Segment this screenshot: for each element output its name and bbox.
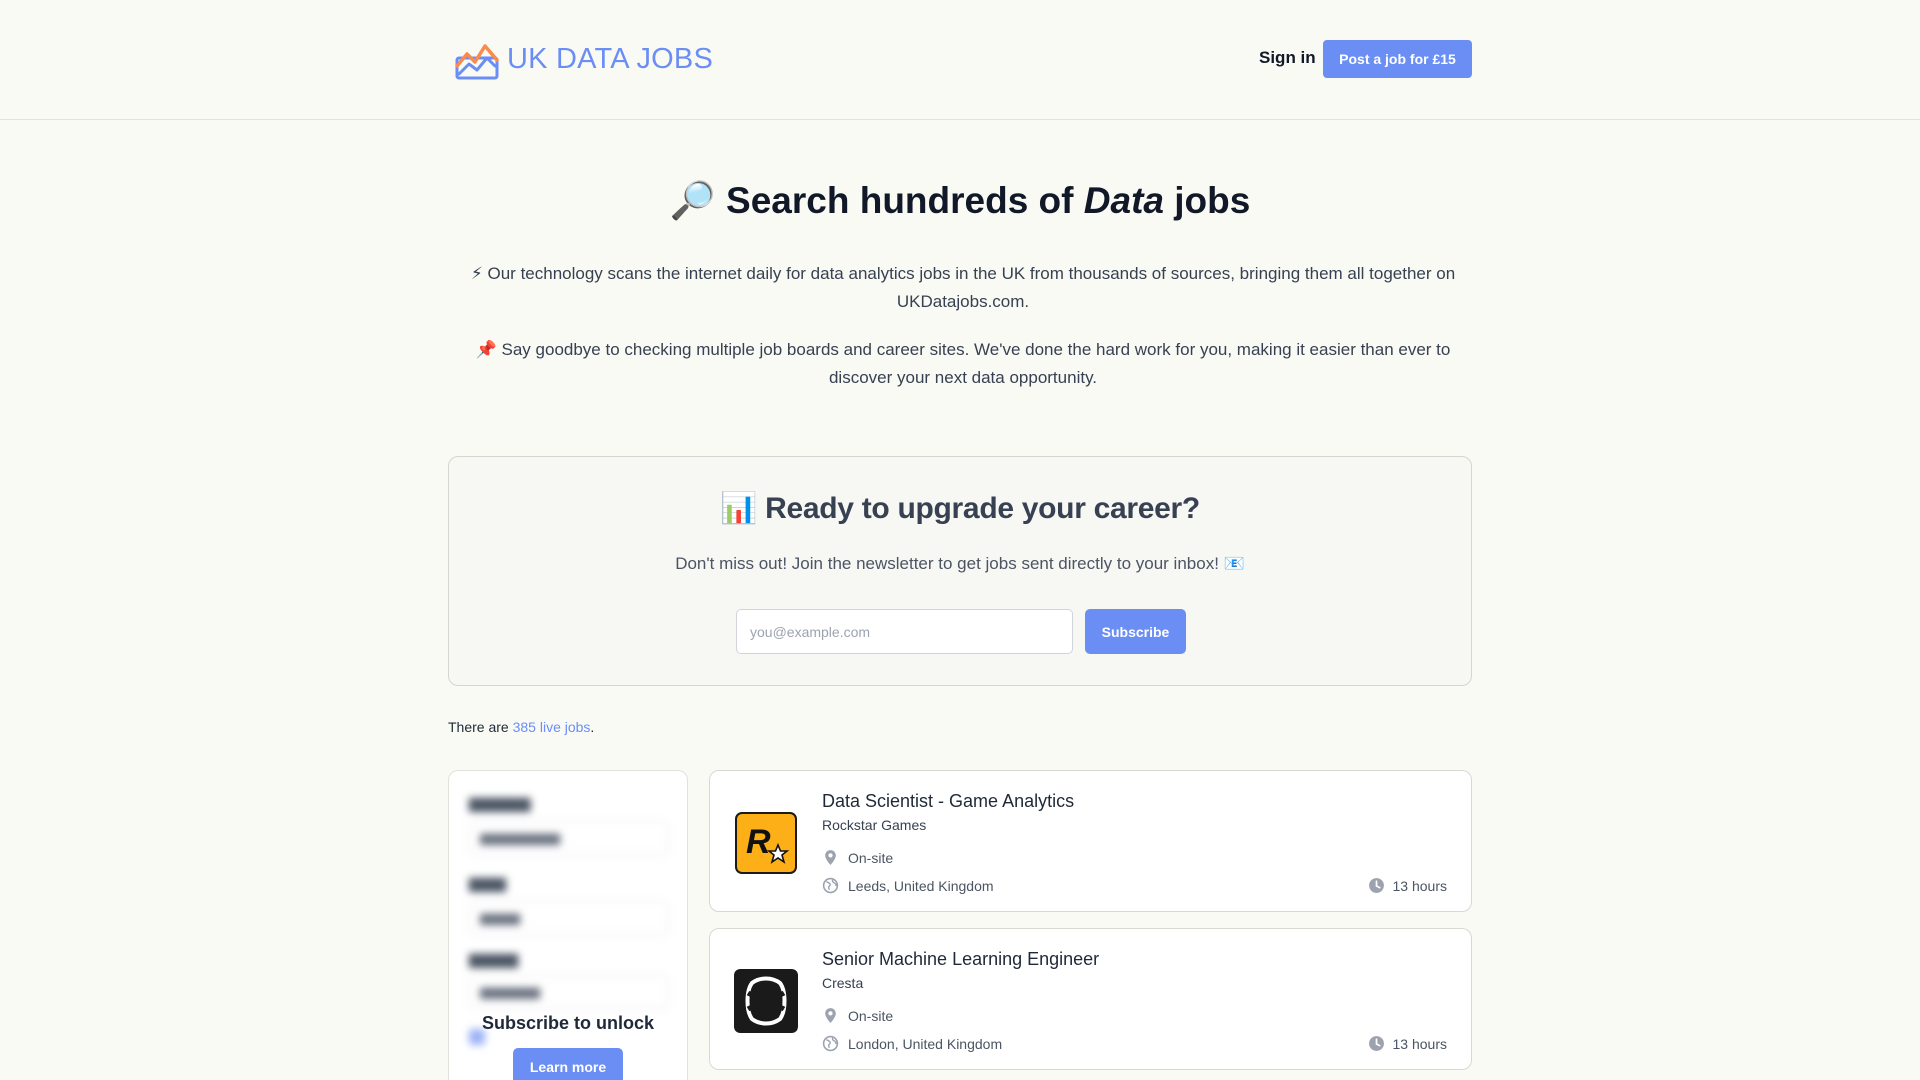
cresta-logo-icon (734, 969, 798, 1033)
globe-icon (822, 1035, 839, 1052)
site-header: UK DATA JOBS Sign in Post a job for £15 (0, 0, 1920, 120)
job-company: Cresta (822, 975, 864, 991)
newsletter-card: 📊 Ready to upgrade your career? Don't mi… (448, 456, 1472, 686)
globe-icon (822, 877, 839, 894)
blurred-filter-label: ▆▆▆ (469, 875, 506, 892)
live-jobs-count: There are 385 live jobs. (448, 719, 595, 735)
job-title[interactable]: Data Scientist - Game Analytics (822, 791, 1074, 812)
map-pin-icon (825, 1008, 836, 1023)
job-posted-time: 13 hours (1368, 1035, 1447, 1052)
logo-text: UK DATA JOBS (507, 42, 713, 75)
job-card[interactable]: Senior Machine Learning Engineer Cresta … (709, 928, 1472, 1070)
learn-more-button[interactable]: Learn more (513, 1048, 623, 1080)
live-jobs-link[interactable]: 385 live jobs (513, 719, 591, 735)
unlock-title: Subscribe to unlock (481, 1013, 655, 1033)
clock-icon (1368, 1036, 1384, 1051)
blurred-filter-label: ▆▆▆▆▆ (469, 795, 531, 812)
job-work-type: On-site (822, 1007, 893, 1024)
chart-logo-icon (455, 44, 499, 80)
job-posted-time: 13 hours (1368, 877, 1447, 894)
sign-in-link[interactable]: Sign in (1259, 48, 1316, 68)
post-job-button[interactable]: Post a job for £15 (1323, 40, 1472, 78)
site-logo[interactable]: UK DATA JOBS (455, 38, 713, 80)
blurred-filter-field: ▆▆▆▆▆▆▆▆ (469, 821, 669, 855)
job-work-type: On-site (822, 849, 893, 866)
blurred-filter-label: ▆▆▆▆ (469, 951, 519, 968)
clock-icon (1368, 878, 1384, 893)
hero-title: 🔎 Search hundreds of Data jobs (669, 180, 1251, 221)
rockstar-logo-icon: R (734, 811, 798, 875)
newsletter-subtitle: Don't miss out! Join the newsletter to g… (675, 554, 1245, 573)
email-field[interactable] (736, 609, 1073, 654)
job-card[interactable]: R Data Scientist - Game Analytics Rockst… (709, 770, 1472, 912)
magnifier-icon: 🔎 (669, 180, 716, 221)
svg-text:R: R (746, 823, 771, 861)
subscribe-button[interactable]: Subscribe (1085, 609, 1186, 654)
job-company: Rockstar Games (822, 817, 927, 833)
job-title[interactable]: Senior Machine Learning Engineer (822, 949, 1099, 970)
job-location: Leeds, United Kingdom (822, 877, 994, 894)
hero-paragraph-goodbye: 📌 Say goodbye to checking multiple job b… (475, 340, 1451, 387)
newsletter-title: 📊 Ready to upgrade your career? (720, 492, 1200, 525)
hero-paragraph-scan: ⚡ Our technology scans the internet dail… (470, 264, 1456, 311)
map-pin-icon (825, 850, 836, 865)
blurred-filter-field: ▆▆▆▆▆▆ (469, 975, 669, 1009)
filters-panel: ▆▆▆▆▆ ▆▆▆▆▆▆▆▆ ▆▆▆ ▆▆▆▆ ▆▆▆▆ ▆▆▆▆▆▆ Subs… (448, 770, 688, 1080)
job-location: London, United Kingdom (822, 1035, 1002, 1052)
blurred-filter-field: ▆▆▆▆ (469, 901, 669, 935)
